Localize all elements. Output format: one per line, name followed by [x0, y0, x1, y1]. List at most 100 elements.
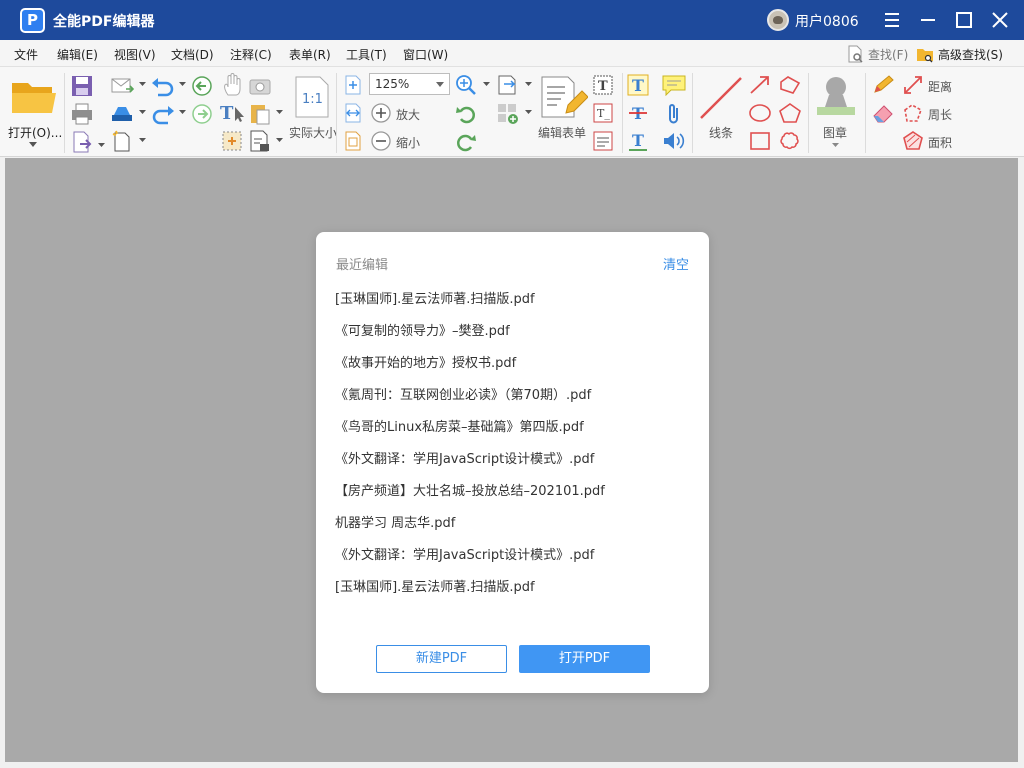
new-document-icon[interactable] — [110, 129, 134, 153]
extract-page-icon[interactable] — [496, 74, 520, 96]
area-icon[interactable] — [902, 130, 924, 152]
recent-file-item[interactable]: [玉琳国师].星云法师著.扫描版.pdf — [335, 579, 695, 611]
zoom-out-label[interactable]: 缩小 — [396, 134, 420, 151]
snapshot-icon[interactable] — [248, 75, 272, 97]
typewriter-icon[interactable]: T — [627, 74, 649, 96]
recent-file-item[interactable]: 【房产频道】大壮名城–投放总结–202101.pdf — [335, 483, 695, 515]
underline-icon[interactable]: T — [627, 130, 649, 152]
fit-page-icon[interactable] — [343, 74, 363, 96]
stamp-dropdown-icon[interactable] — [832, 143, 839, 148]
menu-icon[interactable] — [880, 8, 904, 32]
zoom-out-icon[interactable] — [370, 130, 392, 152]
stamp-icon[interactable] — [813, 73, 859, 119]
fit-visible-icon[interactable] — [343, 130, 363, 152]
rectangle-tool-icon[interactable] — [748, 130, 772, 152]
hand-tool-icon[interactable] — [222, 73, 244, 97]
zoom-in-icon[interactable] — [370, 102, 392, 124]
recent-file-item[interactable]: 《故事开始的地方》授权书.pdf — [335, 355, 695, 387]
forward-icon[interactable] — [191, 103, 213, 125]
email-icon[interactable] — [110, 75, 134, 97]
fit-width-icon[interactable] — [343, 102, 363, 124]
stamp-label[interactable]: 图章 — [823, 124, 847, 141]
menu-edit[interactable]: 编辑(E) — [57, 46, 98, 63]
pencil-icon[interactable] — [871, 74, 895, 96]
rotate-right-icon[interactable] — [455, 131, 477, 153]
lines-label[interactable]: 线条 — [709, 124, 733, 141]
clear-recent-button[interactable]: 清空 — [663, 254, 689, 273]
crop-icon[interactable] — [220, 129, 244, 153]
combo-field-icon[interactable]: T_ — [592, 102, 614, 124]
menu-document[interactable]: 文档(D) — [171, 46, 214, 63]
scan-icon[interactable] — [110, 103, 134, 125]
undo-icon[interactable] — [150, 75, 176, 97]
polyline-tool-icon[interactable] — [778, 74, 802, 96]
save-icon[interactable] — [70, 74, 94, 98]
open-folder-icon[interactable] — [10, 77, 58, 117]
perimeter-icon[interactable] — [902, 102, 924, 124]
open-pdf-button[interactable]: 打开PDF — [519, 645, 650, 673]
paste-icon[interactable] — [248, 101, 272, 125]
list-field-icon[interactable] — [592, 130, 614, 152]
recent-file-item[interactable]: 《氪周刊：互联网创业必读》（第70期）.pdf — [335, 387, 695, 419]
cloud-tool-icon[interactable] — [778, 130, 802, 152]
export-icon[interactable] — [70, 130, 94, 154]
insert-page-dropdown-icon[interactable] — [525, 110, 532, 115]
recent-file-item[interactable]: 《外文翻译：学用JavaScript设计模式》.pdf — [335, 451, 695, 483]
user-avatar[interactable] — [767, 9, 789, 31]
extract-page-dropdown-icon[interactable] — [525, 82, 532, 87]
menu-form[interactable]: 表单(R) — [289, 46, 331, 63]
undo-dropdown-icon[interactable] — [179, 82, 186, 87]
strikethrough-icon[interactable]: T — [627, 102, 649, 124]
sound-icon[interactable] — [661, 130, 687, 152]
recent-file-item[interactable]: 《外文翻译：学用JavaScript设计模式》.pdf — [335, 547, 695, 579]
export-dropdown-icon[interactable] — [98, 143, 105, 148]
edit-form-icon[interactable] — [540, 75, 588, 119]
eraser-icon[interactable] — [871, 102, 895, 124]
actual-size-icon[interactable]: 1:1 — [294, 75, 330, 119]
actual-size-label[interactable]: 实际大小 — [289, 124, 337, 141]
text-field-icon[interactable]: T — [592, 74, 614, 96]
zoom-select[interactable]: 125% — [369, 73, 450, 95]
redo-icon[interactable] — [150, 103, 176, 125]
maximize-icon[interactable] — [952, 8, 976, 32]
menu-tools[interactable]: 工具(T) — [346, 46, 387, 63]
attachment-icon[interactable] — [664, 102, 684, 126]
zoom-tool-icon[interactable] — [455, 74, 477, 96]
email-dropdown-icon[interactable] — [139, 82, 146, 87]
print-icon[interactable] — [70, 102, 94, 126]
menu-file[interactable]: 文件 — [14, 46, 38, 63]
zoom-in-label[interactable]: 放大 — [396, 106, 420, 123]
new-pdf-button[interactable]: 新建PDF — [376, 645, 507, 673]
zoom-tool-dropdown-icon[interactable] — [483, 82, 490, 87]
open-label[interactable]: 打开(O)... — [8, 124, 62, 141]
line-tool-icon[interactable] — [697, 74, 745, 122]
menu-window[interactable]: 窗口(W) — [403, 46, 448, 63]
distance-label[interactable]: 距离 — [928, 78, 952, 95]
find-button[interactable]: 查找(F) — [846, 44, 908, 64]
area-label[interactable]: 面积 — [928, 134, 952, 151]
minimize-icon[interactable] — [916, 8, 940, 32]
new-document-dropdown-icon[interactable] — [139, 138, 146, 143]
document-tools-icon[interactable] — [248, 129, 272, 153]
ellipse-tool-icon[interactable] — [748, 102, 772, 124]
recent-file-item[interactable]: [玉琳国师].星云法师著.扫描版.pdf — [335, 291, 695, 323]
redo-dropdown-icon[interactable] — [179, 110, 186, 115]
menu-comment[interactable]: 注释(C) — [230, 46, 272, 63]
arrow-tool-icon[interactable] — [748, 74, 772, 96]
text-select-icon[interactable]: T — [220, 101, 246, 125]
recent-file-item[interactable]: 机器学习 周志华.pdf — [335, 515, 695, 547]
close-icon[interactable] — [988, 8, 1012, 32]
polygon-tool-icon[interactable] — [778, 102, 802, 124]
back-icon[interactable] — [191, 75, 213, 97]
distance-icon[interactable] — [902, 74, 924, 96]
open-dropdown-icon[interactable] — [29, 142, 37, 148]
scan-dropdown-icon[interactable] — [139, 110, 146, 115]
perimeter-label[interactable]: 周长 — [928, 106, 952, 123]
advanced-find-button[interactable]: 高级查找(S) — [916, 44, 1003, 64]
recent-file-item[interactable]: 《鸟哥的Linux私房菜–基础篇》第四版.pdf — [335, 419, 695, 451]
insert-page-icon[interactable] — [496, 102, 520, 126]
edit-form-label[interactable]: 编辑表单 — [538, 124, 586, 141]
document-tools-dropdown-icon[interactable] — [276, 138, 283, 143]
note-icon[interactable] — [661, 74, 687, 96]
rotate-left-icon[interactable] — [455, 103, 477, 125]
